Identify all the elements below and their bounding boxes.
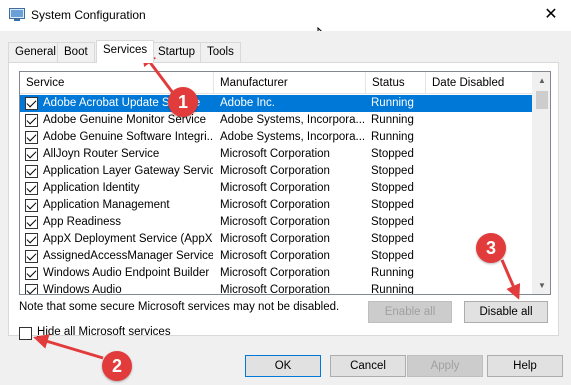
service-checkbox[interactable] xyxy=(25,199,38,212)
ok-button[interactable]: OK xyxy=(245,355,321,377)
system-configuration-icon xyxy=(9,8,25,21)
service-name: Application Identity xyxy=(43,182,140,194)
service-name: AllJoyn Router Service xyxy=(43,148,160,160)
service-manufacturer: Microsoft Corporation xyxy=(220,165,330,177)
cancel-button[interactable]: Cancel xyxy=(330,355,406,377)
help-button[interactable]: Help xyxy=(487,355,563,377)
service-status: Stopped xyxy=(371,250,414,262)
service-checkbox[interactable] xyxy=(25,216,38,229)
service-name: Adobe Genuine Software Integri... xyxy=(43,131,213,143)
service-name: Application Layer Gateway Service xyxy=(43,165,213,177)
tab-services[interactable]: Services xyxy=(96,40,155,63)
service-manufacturer: Adobe Systems, Incorpora... xyxy=(220,114,366,126)
list-rows: Adobe Acrobat Update Service Adobe Inc. … xyxy=(20,95,532,295)
table-row[interactable]: Application Identity Microsoft Corporati… xyxy=(20,180,532,197)
service-name: Windows Audio Endpoint Builder xyxy=(43,267,210,279)
table-row[interactable]: Application Layer Gateway Service Micros… xyxy=(20,163,532,180)
column-header-manufacturer[interactable]: Manufacturer xyxy=(214,72,366,94)
table-row[interactable]: AllJoyn Router Service Microsoft Corpora… xyxy=(20,146,532,163)
tab-boot[interactable]: Boot xyxy=(57,42,95,62)
service-status: Stopped xyxy=(371,199,414,211)
callout-badge-3: 3 xyxy=(476,233,506,263)
service-checkbox[interactable] xyxy=(25,97,38,110)
service-checkbox[interactable] xyxy=(25,165,38,178)
apply-button[interactable]: Apply xyxy=(407,355,483,377)
list-header: Service Manufacturer Status Date Disable… xyxy=(20,72,532,94)
service-name: App Readiness xyxy=(43,216,121,228)
service-status: Running xyxy=(371,131,414,143)
service-manufacturer: Microsoft Corporation xyxy=(220,267,330,279)
table-row[interactable]: Application Management Microsoft Corpora… xyxy=(20,197,532,214)
service-checkbox[interactable] xyxy=(25,148,38,161)
service-manufacturer: Microsoft Corporation xyxy=(220,216,330,228)
table-row[interactable]: Adobe Genuine Software Integri... Adobe … xyxy=(20,129,532,146)
apply-label: Apply xyxy=(430,360,460,372)
service-checkbox[interactable] xyxy=(25,250,38,263)
service-manufacturer: Microsoft Corporation xyxy=(220,182,330,194)
service-checkbox[interactable] xyxy=(25,131,38,144)
table-row[interactable]: Windows Audio Microsoft Corporation Runn… xyxy=(20,282,532,295)
window-title: System Configuration xyxy=(31,8,146,22)
service-status: Stopped xyxy=(371,165,414,177)
scroll-up-icon[interactable]: ▲ xyxy=(533,72,550,89)
table-row[interactable]: App Readiness Microsoft Corporation Stop… xyxy=(20,214,532,231)
service-manufacturer: Adobe Systems, Incorpora... xyxy=(220,131,366,143)
services-panel: Service Manufacturer Status Date Disable… xyxy=(8,62,559,340)
table-row[interactable]: AppX Deployment Service (AppX... Microso… xyxy=(20,231,532,248)
service-checkbox[interactable] xyxy=(25,233,38,246)
service-status: Stopped xyxy=(371,216,414,228)
enable-all-label: Enable all xyxy=(384,306,436,318)
table-row[interactable]: AssignedAccessManager Service Microsoft … xyxy=(20,248,532,265)
service-manufacturer: Adobe Inc. xyxy=(220,97,275,109)
service-manufacturer: Microsoft Corporation xyxy=(220,250,330,262)
service-status: Stopped xyxy=(371,182,414,194)
service-status: Running xyxy=(371,114,414,126)
service-checkbox[interactable] xyxy=(25,267,38,280)
hide-ms-services-checkbox[interactable] xyxy=(19,327,32,340)
service-checkbox[interactable] xyxy=(25,114,38,127)
scrollbar-thumb[interactable] xyxy=(536,91,548,109)
service-status: Running xyxy=(371,284,414,295)
hide-ms-services-label[interactable]: Hide all Microsoft services xyxy=(37,326,171,338)
column-header-status[interactable]: Status xyxy=(366,72,426,94)
disable-all-button[interactable]: Disable all xyxy=(464,301,548,323)
table-row[interactable]: Adobe Genuine Monitor Service Adobe Syst… xyxy=(20,112,532,129)
table-row[interactable]: Adobe Acrobat Update Service Adobe Inc. … xyxy=(20,95,532,112)
service-name: AppX Deployment Service (AppX... xyxy=(43,233,213,245)
disable-all-label: Disable all xyxy=(479,306,533,318)
service-manufacturer: Microsoft Corporation xyxy=(220,148,330,160)
service-status: Stopped xyxy=(371,233,414,245)
service-status: Running xyxy=(371,267,414,279)
services-list[interactable]: Service Manufacturer Status Date Disable… xyxy=(19,71,551,295)
service-manufacturer: Microsoft Corporation xyxy=(220,199,330,211)
service-name: Application Management xyxy=(43,199,170,211)
tab-general[interactable]: General xyxy=(8,42,63,62)
tab-startup[interactable]: Startup xyxy=(151,42,203,62)
service-name: AssignedAccessManager Service xyxy=(43,250,213,262)
service-name: Windows Audio xyxy=(43,284,122,295)
service-manufacturer: Microsoft Corporation xyxy=(220,284,330,295)
table-row[interactable]: Windows Audio Endpoint Builder Microsoft… xyxy=(20,265,532,282)
close-button[interactable]: ✕ xyxy=(540,5,562,25)
enable-all-button[interactable]: Enable all xyxy=(368,301,452,323)
scroll-down-icon[interactable]: ▼ xyxy=(533,277,550,294)
title-bar: System Configuration ✕ xyxy=(0,0,571,31)
service-checkbox[interactable] xyxy=(25,182,38,195)
vertical-scrollbar[interactable]: ▲ ▼ xyxy=(532,72,550,294)
callout-badge-2: 2 xyxy=(102,351,132,381)
secure-services-note: Note that some secure Microsoft services… xyxy=(19,301,340,313)
tab-tools[interactable]: Tools xyxy=(200,42,241,62)
service-status: Stopped xyxy=(371,148,414,160)
column-header-date-disabled[interactable]: Date Disabled xyxy=(426,72,532,94)
service-manufacturer: Microsoft Corporation xyxy=(220,233,330,245)
dialog-body: General Boot Services Startup Tools Serv… xyxy=(0,31,571,385)
service-checkbox[interactable] xyxy=(25,284,38,294)
callout-badge-1: 1 xyxy=(168,87,198,117)
service-status: Running xyxy=(371,97,414,109)
